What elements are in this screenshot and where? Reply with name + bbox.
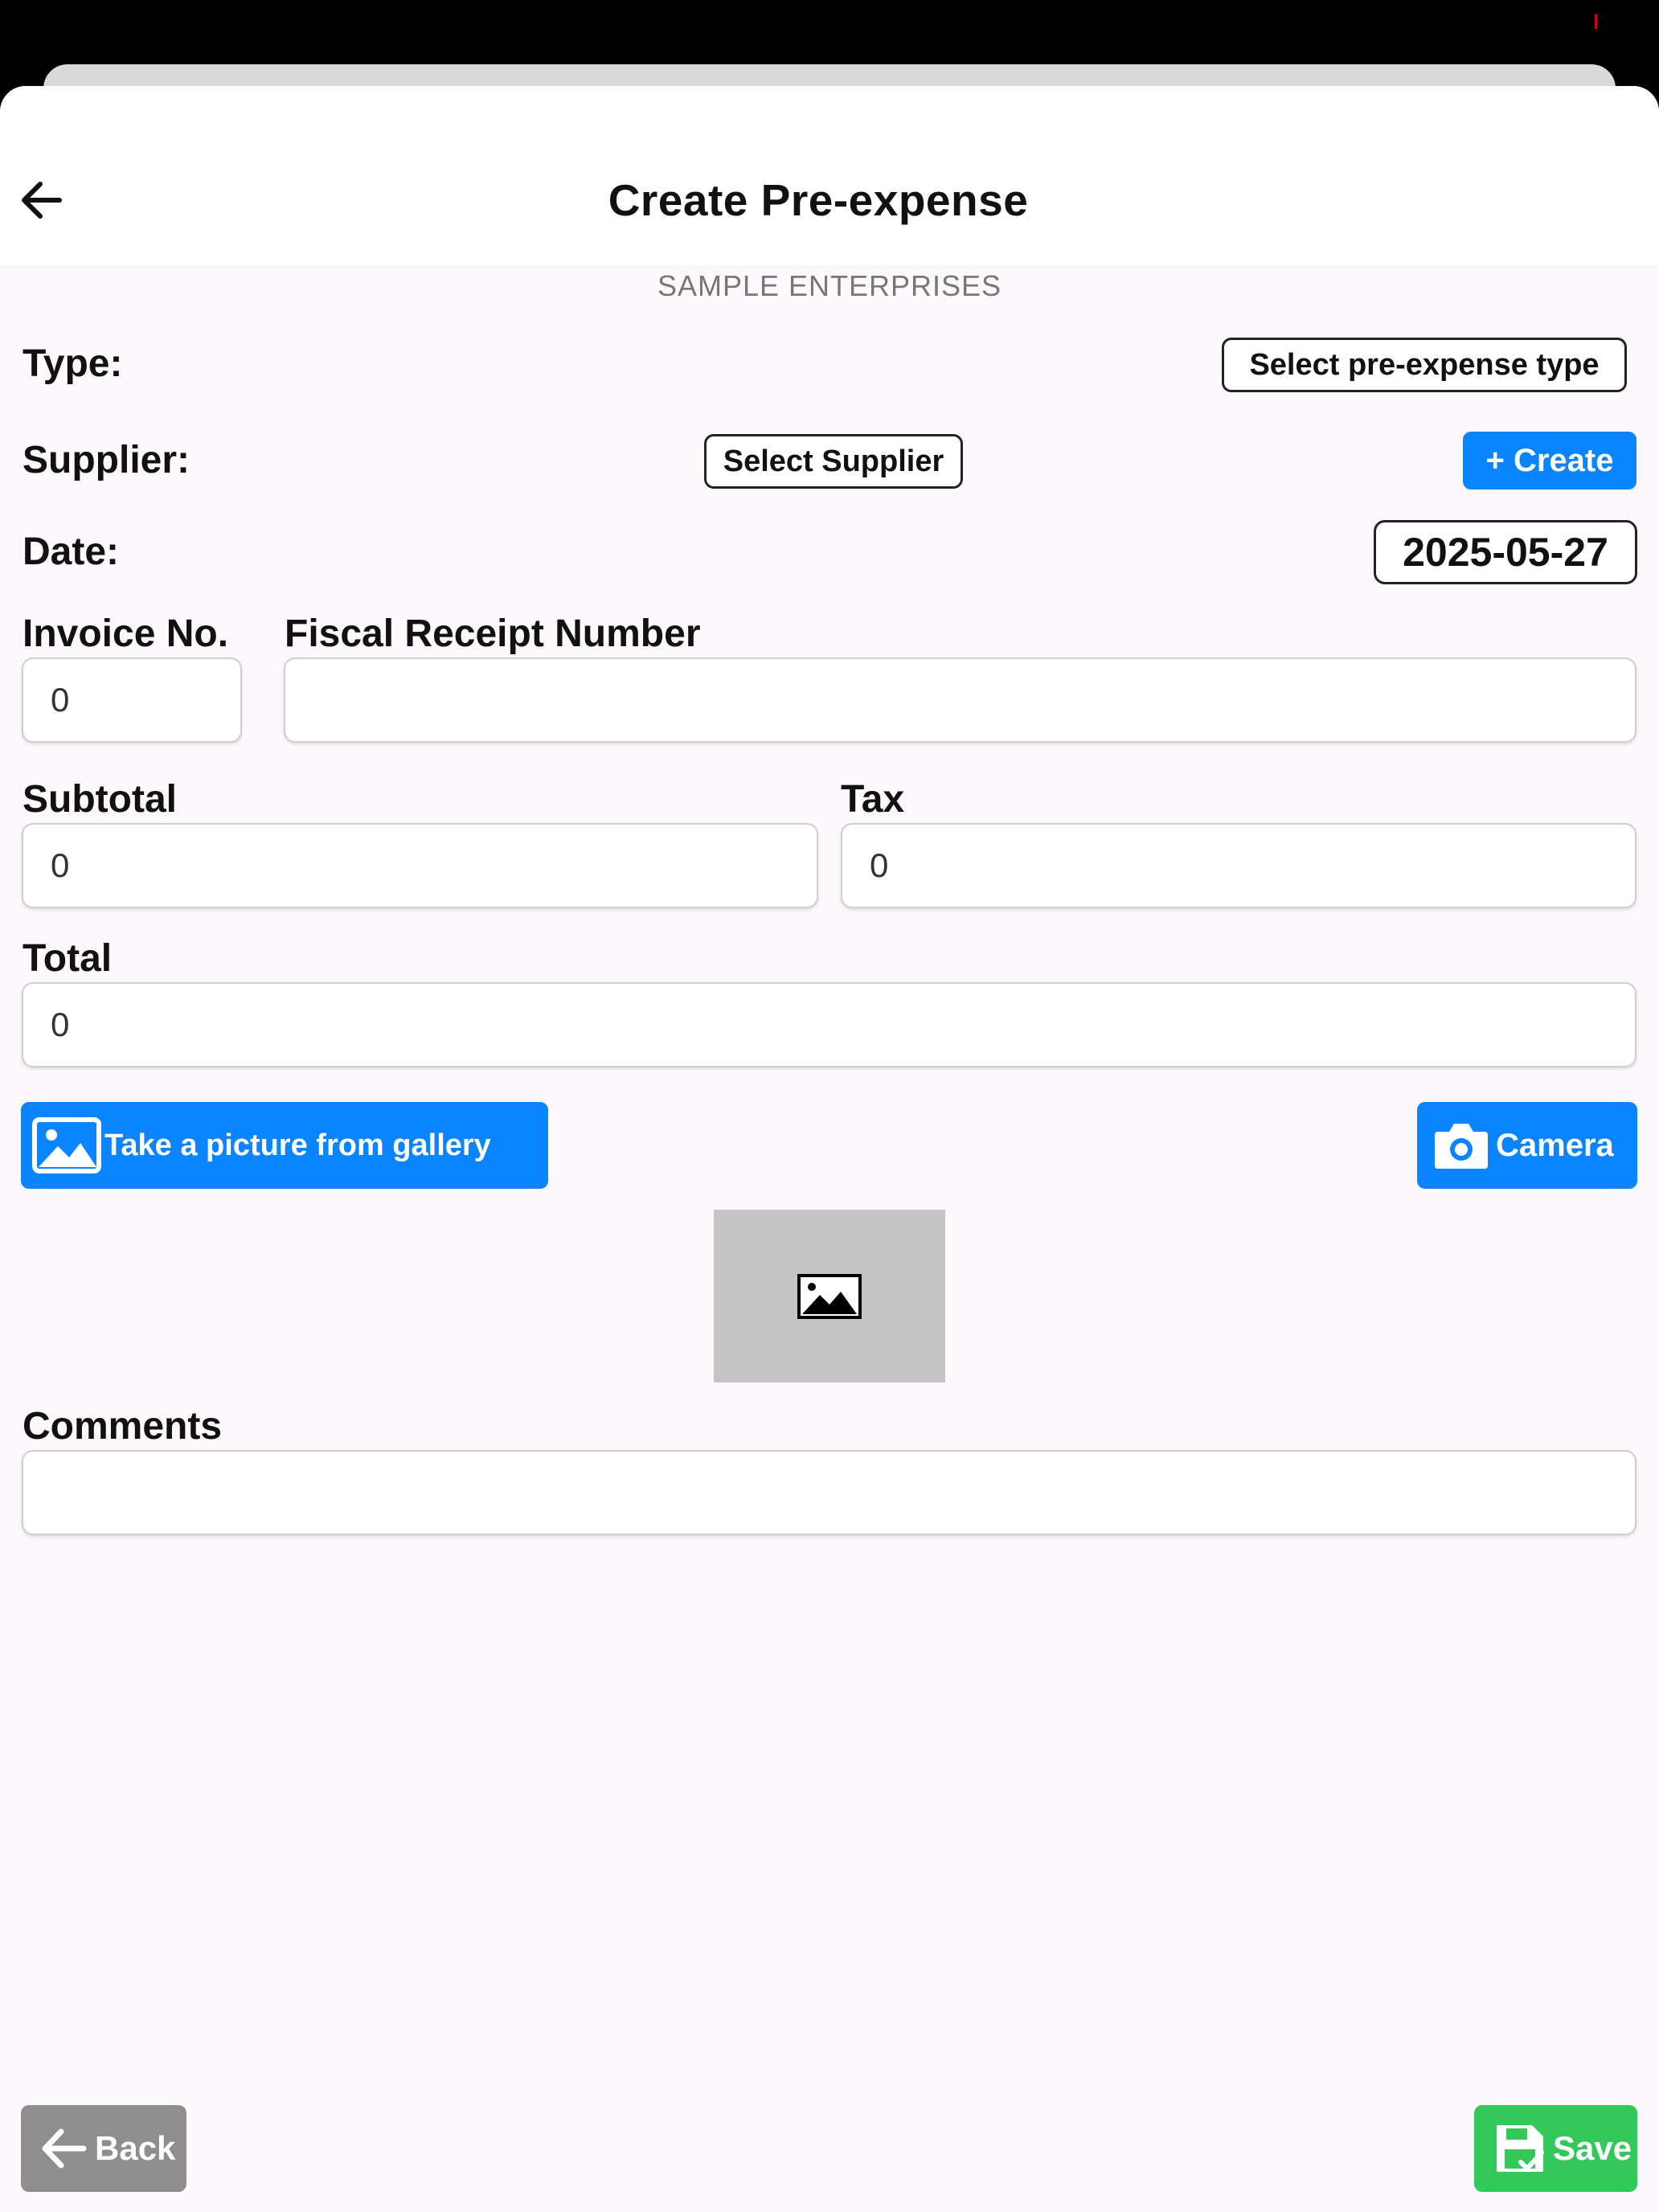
save-icon [1497,2125,1544,2172]
page-title: Create Pre-expense [608,175,1029,225]
date-picker[interactable]: 2025-05-27 [1374,520,1637,584]
camera-icon [1435,1124,1488,1169]
invoice-input[interactable] [22,657,242,743]
subtotal-label: Subtotal [23,778,177,821]
create-supplier-button[interactable]: + Create [1463,432,1636,490]
supplier-label: Supplier: [23,439,190,481]
receipt-image-placeholder [714,1210,945,1382]
type-label: Type: [23,342,123,385]
create-pre-expense-sheet: Create Pre-expense SAMPLE ENTERPRISES Ty… [0,86,1659,2212]
total-input[interactable] [22,982,1636,1067]
comments-input[interactable] [22,1450,1636,1535]
header: Create Pre-expense [0,86,1659,264]
save-button-label: Save [1553,2129,1632,2167]
back-icon [42,2128,87,2169]
select-type-button[interactable]: Select pre-expense type [1222,338,1627,392]
total-label: Total [23,937,113,980]
date-label: Date: [23,530,120,573]
camera-button-label: Camera [1496,1127,1614,1163]
tax-label: Tax [841,778,905,821]
comments-label: Comments [23,1405,223,1448]
company-name: SAMPLE ENTERPRISES [657,269,1002,302]
gallery-image-icon [32,1117,101,1174]
save-button[interactable]: Save [1474,2105,1637,2192]
back-button[interactable]: Back [21,2105,186,2192]
image-icon [797,1274,862,1319]
invoice-label: Invoice No. [23,612,229,655]
back-button-label: Back [95,2129,176,2167]
tax-input[interactable] [841,823,1636,908]
camera-button[interactable]: Camera [1417,1102,1637,1189]
gallery-button-label: Take a picture from gallery [104,1128,491,1162]
fiscal-receipt-input[interactable] [284,657,1636,743]
gallery-button[interactable]: Take a picture from gallery [21,1102,548,1189]
subtotal-input[interactable] [22,823,818,908]
status-indicator [1595,14,1597,29]
fiscal-receipt-label: Fiscal Receipt Number [285,612,701,655]
select-supplier-button[interactable]: Select Supplier [704,434,963,489]
